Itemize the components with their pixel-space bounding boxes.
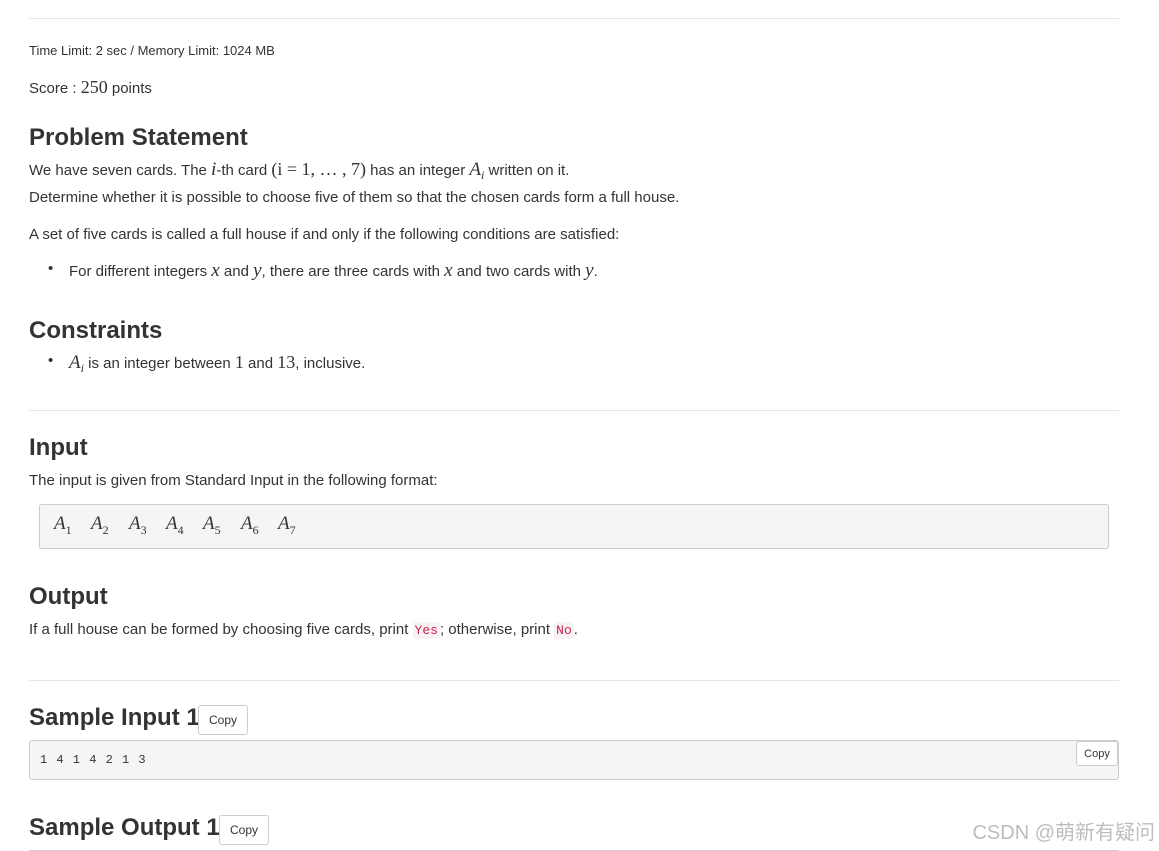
input-description: The input is given from Standard Input i… <box>29 472 438 489</box>
sample-output-1-copy-button[interactable]: Copy <box>219 815 269 845</box>
input-heading: Input <box>29 434 88 461</box>
sample-input-1-content: 1 4 1 4 2 1 3 <box>40 753 147 767</box>
constraint-item: Ai is an integer between 1 and 13, inclu… <box>48 352 365 376</box>
format-var-7: A7 <box>278 513 296 537</box>
sample-input-1-box-copy-button[interactable]: Copy <box>1076 741 1118 766</box>
no-code: No <box>554 622 574 639</box>
score-value: 250 <box>80 77 108 97</box>
score-line: Score : 250 points <box>29 77 152 98</box>
format-var-1: A1 <box>54 513 72 537</box>
yes-code: Yes <box>412 622 440 639</box>
sample-input-1-box: 1 4 1 4 2 1 3 Copy <box>29 740 1119 780</box>
problem-line-1: We have seven cards. The i-th card (i = … <box>29 159 570 182</box>
sample-input-1-copy-button[interactable]: Copy <box>198 705 248 735</box>
full-house-condition: For different integers x and y, there ar… <box>48 260 598 282</box>
format-var-4: A4 <box>166 513 184 537</box>
input-format-box: A1 A2 A3 A4 A5 A6 A7 <box>39 504 1109 549</box>
format-var-3: A3 <box>129 513 147 537</box>
problem-line-2: Determine whether it is possible to choo… <box>29 189 680 206</box>
sample-input-1-heading: Sample Input 1 <box>29 704 200 731</box>
limits-info: Time Limit: 2 sec / Memory Limit: 1024 M… <box>29 43 275 58</box>
sample-output-1-heading: Sample Output 1 <box>29 814 220 841</box>
output-description: If a full house can be formed by choosin… <box>29 621 578 639</box>
top-divider <box>29 18 1119 19</box>
section-divider-1 <box>29 410 1119 411</box>
score-label: Score : <box>29 80 81 97</box>
format-var-2: A2 <box>91 513 109 537</box>
section-divider-2 <box>29 680 1119 681</box>
problem-line-3: A set of five cards is called a full hou… <box>29 226 620 243</box>
score-suffix: points <box>107 80 152 97</box>
output-heading: Output <box>29 583 108 610</box>
format-var-5: A5 <box>203 513 221 537</box>
format-var-6: A6 <box>241 513 259 537</box>
csdn-watermark: CSDN @萌新有疑问 <box>972 822 1155 844</box>
problem-statement-heading: Problem Statement <box>29 124 248 151</box>
constraints-heading: Constraints <box>29 317 163 344</box>
